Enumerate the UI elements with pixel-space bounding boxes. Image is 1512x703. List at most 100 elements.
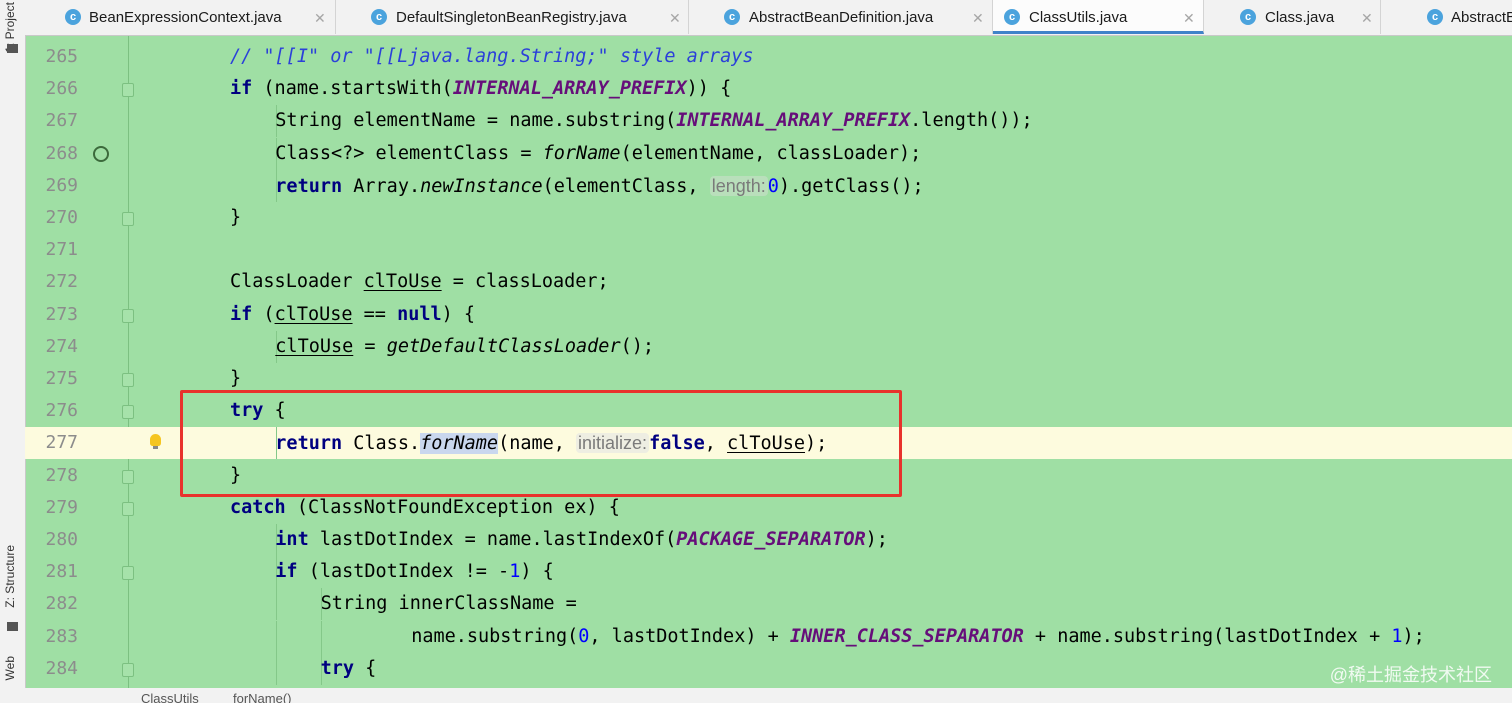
line-number[interactable]: 281 [25,556,78,588]
code-line[interactable]: 266 if (name.startsWith(INTERNAL_ARRAY_PR… [25,73,1512,105]
fold-marker-icon[interactable] [122,373,134,387]
fold-marker-icon[interactable] [122,308,134,323]
tool-window-strip: 1: Project Z: Structure Web [0,0,26,703]
class-icon: c [1240,9,1256,25]
line-number[interactable]: 272 [25,266,78,298]
line-number[interactable]: 277 [25,427,78,459]
fold-marker-icon[interactable] [122,83,134,98]
tab-label: Class.java [1265,9,1335,26]
breadcrumb-class[interactable]: ClassUtils [141,691,199,703]
close-icon[interactable]: ✕ [1361,0,1373,35]
code-editor[interactable]: 265 // "[[I" or "[[Ljava.lang.String;" st… [25,36,1512,688]
code-text[interactable]: try { [321,653,377,685]
code-line[interactable]: 283 name.substring(0, lastDotIndex) + INN… [25,620,1512,653]
fold-marker-icon[interactable] [122,662,134,677]
close-icon[interactable]: ✕ [314,0,326,35]
line-number[interactable]: 273 [25,299,78,331]
tab-label: DefaultSingletonBeanRegistry.java [396,9,627,26]
code-line[interactable]: 273 if (clToUse == null) { [25,299,1512,331]
tab-label: ClassUtils.java [1029,9,1128,26]
class-icon: c [65,9,81,25]
line-number[interactable]: 271 [25,234,78,266]
line-number[interactable]: 278 [25,460,78,492]
code-line[interactable]: 269 return Array.newInstance(elementClass… [25,169,1512,203]
tab-abstract-bean-definition[interactable]: c AbstractBeanDefinition.java ✕ [689,0,993,34]
indent-guide [275,652,277,685]
line-number[interactable]: 280 [25,524,78,556]
code-text[interactable]: int lastDotIndex = name.lastIndexOf(PACK… [275,524,888,556]
indent-guide [275,588,277,621]
code-text[interactable]: ClassLoader clToUse = classLoader; [230,266,609,298]
fold-marker-icon[interactable] [122,469,134,484]
folder-icon[interactable] [7,44,18,53]
class-icon: c [724,9,740,25]
fold-marker-icon[interactable] [122,212,134,226]
line-number[interactable]: 284 [25,653,78,685]
code-text[interactable]: Class<?> elementClass = forName(elementN… [275,138,921,170]
tab-abstract-b[interactable]: c AbstractB... [1381,0,1512,34]
code-text[interactable]: } [230,202,241,234]
code-text[interactable]: name.substring(0, lastDotIndex) + INNER_… [411,621,1425,653]
code-line[interactable]: 274 clToUse = getDefaultClassLoader(); [25,330,1512,363]
code-line[interactable]: 271 [25,234,1512,266]
line-number[interactable]: 275 [25,363,78,395]
code-line[interactable]: 267 String elementName = name.substring(I… [25,105,1512,138]
close-icon[interactable]: ✕ [1183,0,1195,35]
tab-class[interactable]: c Class.java ✕ [1204,0,1381,34]
fold-marker-icon[interactable] [122,405,134,420]
line-number[interactable]: 279 [25,492,78,524]
editor-tab-bar: c BeanExpressionContext.java ✕ c Default… [25,0,1512,36]
code-line[interactable]: 265 // "[[I" or "[[Ljava.lang.String;" st… [25,41,1512,73]
indent-guide [275,620,277,653]
tab-label: AbstractB... [1451,9,1512,26]
parameter-hint: length: [709,175,768,196]
line-number[interactable]: 270 [25,202,78,234]
line-number[interactable]: 267 [25,105,78,137]
code-text[interactable]: clToUse = getDefaultClassLoader(); [275,331,654,363]
code-text[interactable]: String innerClassName = [321,588,577,620]
structure-tool-button[interactable]: Z: Structure [3,545,17,608]
fold-marker-icon[interactable] [122,501,134,516]
class-icon: c [1427,9,1443,25]
code-line[interactable]: 284 try { [25,652,1512,685]
code-line[interactable]: 272 ClassLoader clToUse = classLoader; [25,266,1512,298]
web-tool-button[interactable]: Web [3,656,17,680]
tab-label: AbstractBeanDefinition.java [749,9,934,26]
intention-bulb-icon[interactable] [150,434,161,450]
breadcrumb: ClassUtils forName() [25,688,1512,703]
code-line[interactable]: 281 if (lastDotIndex != -1) { [25,556,1512,589]
code-text[interactable]: String elementName = name.substring(INTE… [275,105,1032,137]
line-number[interactable]: 268 [25,138,78,170]
line-number[interactable]: 266 [25,73,78,105]
highlight-annotation-box [180,390,902,497]
class-icon: c [1004,9,1020,25]
line-number[interactable]: 283 [25,621,78,653]
code-text[interactable]: if (clToUse == null) { [230,299,475,331]
code-line[interactable]: 270} [25,202,1512,234]
close-icon[interactable]: ✕ [972,0,984,35]
breadcrumb-method[interactable]: forName() [233,691,292,703]
code-text[interactable]: // "[[I" or "[[Ljava.lang.String;" style… [230,41,753,73]
structure-icon[interactable] [7,622,18,631]
class-icon: c [371,9,387,25]
code-line[interactable]: 282 String innerClassName = [25,588,1512,621]
line-number[interactable]: 282 [25,588,78,620]
line-number[interactable]: 274 [25,331,78,363]
tab-label: BeanExpressionContext.java [89,9,282,26]
indent-guide [320,620,322,653]
line-number[interactable]: 265 [25,41,78,73]
watermark: @稀土掘金技术社区 [1329,665,1492,685]
code-text[interactable]: if (lastDotIndex != -1) { [275,556,553,588]
code-line[interactable]: 268 Class<?> elementClass = forName(eleme… [25,137,1512,170]
code-text[interactable]: return Array.newInstance(elementClass, l… [275,170,924,203]
tab-default-singleton-bean-registry[interactable]: c DefaultSingletonBeanRegistry.java ✕ [336,0,689,34]
close-icon[interactable]: ✕ [669,0,681,35]
line-number[interactable]: 276 [25,395,78,427]
code-line[interactable]: 280 int lastDotIndex = name.lastIndexOf(P… [25,524,1512,556]
code-text[interactable]: if (name.startsWith(INTERNAL_ARRAY_PREFI… [230,73,731,105]
tab-bean-expression-context[interactable]: c BeanExpressionContext.java ✕ [25,0,336,34]
fold-marker-icon[interactable] [122,566,134,581]
line-number[interactable]: 269 [25,170,78,202]
tab-class-utils[interactable]: c ClassUtils.java ✕ [993,0,1204,34]
recursive-call-icon[interactable] [93,145,109,162]
